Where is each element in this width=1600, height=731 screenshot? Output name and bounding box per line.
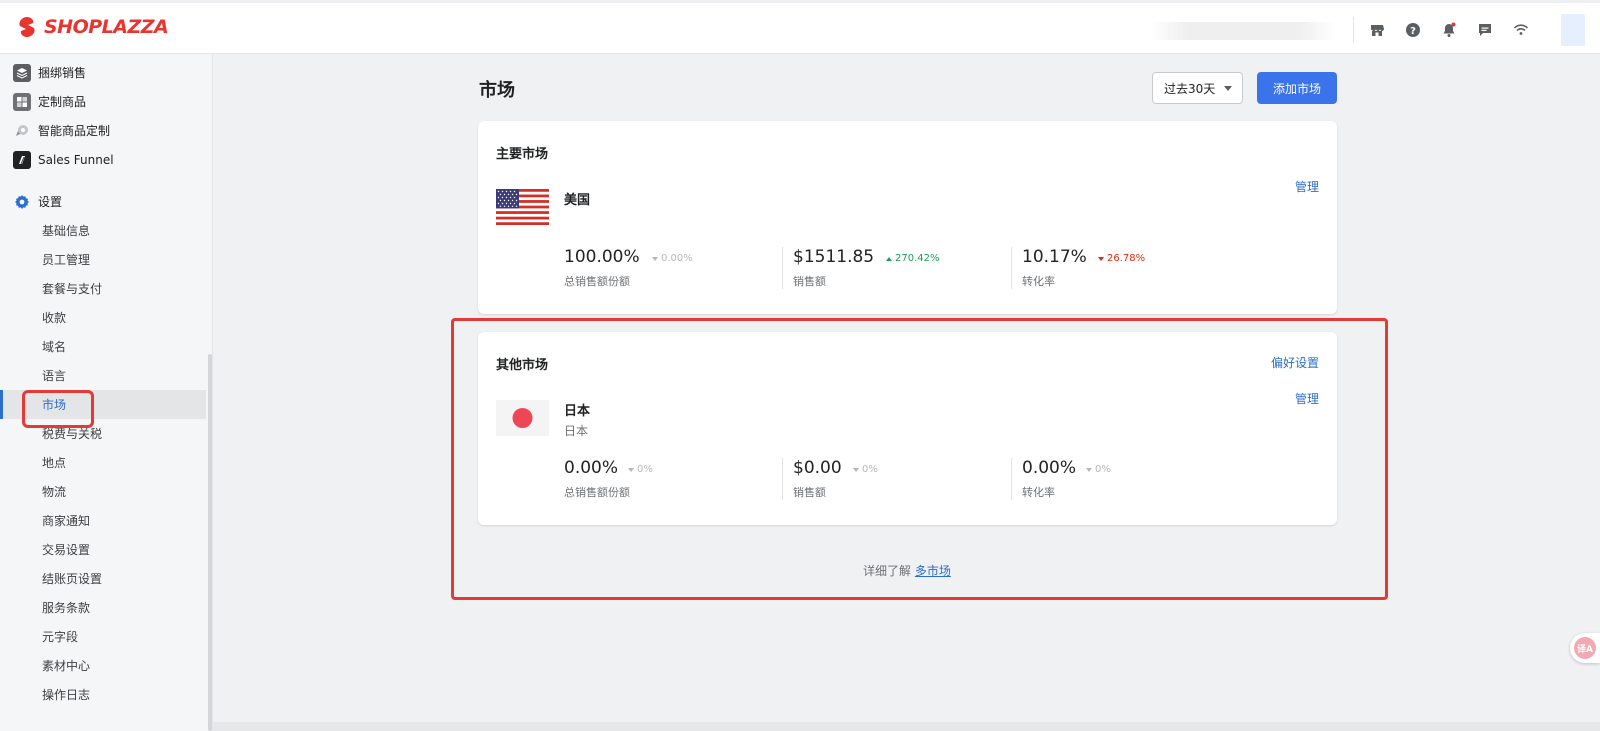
period-select[interactable]: 过去30天 <box>1152 72 1243 104</box>
sidebar-item-label: 域名 <box>42 340 67 354</box>
stat-change: 270.42% <box>886 253 940 264</box>
stat-change: 26.78% <box>1098 253 1145 264</box>
trend-down-icon <box>1098 256 1104 261</box>
active-indicator <box>0 390 3 419</box>
stat-change-value: 0.00% <box>661 253 693 264</box>
search-bar[interactable] <box>1150 22 1336 40</box>
sidebar-item-locations[interactable]: 地点 <box>0 448 206 477</box>
avatar[interactable] <box>1561 14 1585 46</box>
sidebar-item-terms[interactable]: 服务条款 <box>0 593 206 622</box>
sidebar-item-shipping[interactable]: 物流 <box>0 477 206 506</box>
card-title: 主要市场 <box>496 147 549 162</box>
sidebar-item-label: 操作日志 <box>42 688 91 702</box>
sidebar-item-label: 捆绑销售 <box>38 66 87 80</box>
logo-mark-icon <box>19 17 35 37</box>
trend-down-icon <box>652 256 658 261</box>
sidebar-item-label: 地点 <box>42 456 67 470</box>
stat-label: 销售额 <box>793 275 826 288</box>
topbar-divider <box>1353 17 1354 43</box>
sidebar-scrollbar[interactable] <box>208 354 212 731</box>
sidebar-item-label: Sales Funnel <box>38 152 114 167</box>
sidebar-item-staff[interactable]: 员工管理 <box>0 245 206 274</box>
sidebar-item-metafields[interactable]: 元字段 <box>0 622 206 651</box>
stat-value: 100.00% <box>564 247 640 267</box>
sidebar-item-basic-info[interactable]: 基础信息 <box>0 216 206 245</box>
sidebar-item-label: 员工管理 <box>42 253 91 267</box>
logo-text: SHOPLAZZA <box>44 16 169 38</box>
period-select-value: 过去30天 <box>1164 81 1216 96</box>
sidebar-item-label: 基础信息 <box>42 224 91 238</box>
markets-highlight-box <box>22 390 94 428</box>
add-market-button[interactable]: 添加市场 <box>1257 72 1337 104</box>
sidebar-item-payments[interactable]: 收款 <box>0 303 206 332</box>
sidebar-item-media-center[interactable]: 素材中心 <box>0 651 206 680</box>
sidebar-item-settings[interactable]: 设置 <box>0 187 206 216</box>
sidebar-item-label: 套餐与支付 <box>42 282 103 296</box>
primary-market-card: 主要市场 管理 美国 100.00% 0.00% 总销售额份额 $1511.85… <box>478 121 1337 314</box>
smart-custom-icon <box>13 122 31 140</box>
store-icon[interactable] <box>1367 20 1387 40</box>
chevron-down-icon <box>1224 86 1232 91</box>
sidebar-item-custom-product[interactable]: 定制商品 <box>0 87 206 116</box>
sidebar-item-plan-billing[interactable]: 套餐与支付 <box>0 274 206 303</box>
funnel-icon <box>13 151 31 169</box>
stat-change-value: 270.42% <box>895 253 940 264</box>
page-title: 市场 <box>479 80 515 101</box>
sidebar-item-label: 智能商品定制 <box>38 124 111 138</box>
stat-change-value: 26.78% <box>1107 253 1146 264</box>
sidebar-item-sales-funnel[interactable]: Sales Funnel <box>0 145 206 174</box>
translate-button[interactable]: 译A <box>1570 633 1600 663</box>
sidebar-item-activity-log[interactable]: 操作日志 <box>0 680 206 709</box>
message-icon[interactable] <box>1475 20 1495 40</box>
wifi-icon[interactable] <box>1511 20 1531 40</box>
sidebar-item-checkout-settings[interactable]: 结账页设置 <box>0 564 206 593</box>
sidebar-item-domains[interactable]: 域名 <box>0 332 206 361</box>
gear-icon <box>13 193 31 211</box>
svg-text:?: ? <box>1410 26 1416 37</box>
sidebar-item-label: 语言 <box>42 369 67 383</box>
sidebar-item-label: 设置 <box>38 195 63 209</box>
stat-divider <box>782 247 783 289</box>
bundle-icon <box>13 64 31 82</box>
stat-divider <box>1011 247 1012 289</box>
translate-icon: 译A <box>1574 637 1596 659</box>
sidebar-item-label: 元字段 <box>42 630 79 644</box>
custom-product-icon <box>13 93 31 111</box>
market-name: 美国 <box>564 193 591 208</box>
sidebar-item-label: 服务条款 <box>42 601 91 615</box>
shoplazza-logo[interactable]: SHOPLAZZA <box>16 16 169 38</box>
sidebar-item-bundle[interactable]: 捆绑销售 <box>0 58 206 87</box>
stat-value: 10.17% <box>1022 247 1087 267</box>
stat-label: 转化率 <box>1022 275 1055 288</box>
sidebar-item-languages[interactable]: 语言 <box>0 361 206 390</box>
trend-up-icon <box>886 256 892 261</box>
sidebar-item-label: 素材中心 <box>42 659 91 673</box>
sidebar-item-transaction-settings[interactable]: 交易设置 <box>0 535 206 564</box>
top-bar: SHOPLAZZA ? <box>0 0 1600 54</box>
stat-value: $1511.85 <box>793 247 875 267</box>
sidebar-item-label: 商家通知 <box>42 514 91 528</box>
stat-label: 总销售额份额 <box>564 275 630 288</box>
us-flag-icon <box>496 189 549 225</box>
sidebar-item-label: 物流 <box>42 485 67 499</box>
stat-change: 0.00% <box>652 253 693 264</box>
bell-icon[interactable] <box>1439 20 1459 40</box>
sidebar-item-label: 结账页设置 <box>42 572 103 586</box>
help-icon[interactable]: ? <box>1403 20 1423 40</box>
sidebar-item-label: 定制商品 <box>38 95 87 109</box>
sidebar-item-smart-custom[interactable]: 智能商品定制 <box>0 116 206 145</box>
sidebar-item-label: 收款 <box>42 311 67 325</box>
manage-link[interactable]: 管理 <box>1295 178 1319 195</box>
bottom-scrollbar-track <box>213 722 1600 731</box>
other-markets-highlight-box <box>451 318 1388 600</box>
sidebar-item-notifications[interactable]: 商家通知 <box>0 506 206 535</box>
sidebar-item-label: 交易设置 <box>42 543 91 557</box>
